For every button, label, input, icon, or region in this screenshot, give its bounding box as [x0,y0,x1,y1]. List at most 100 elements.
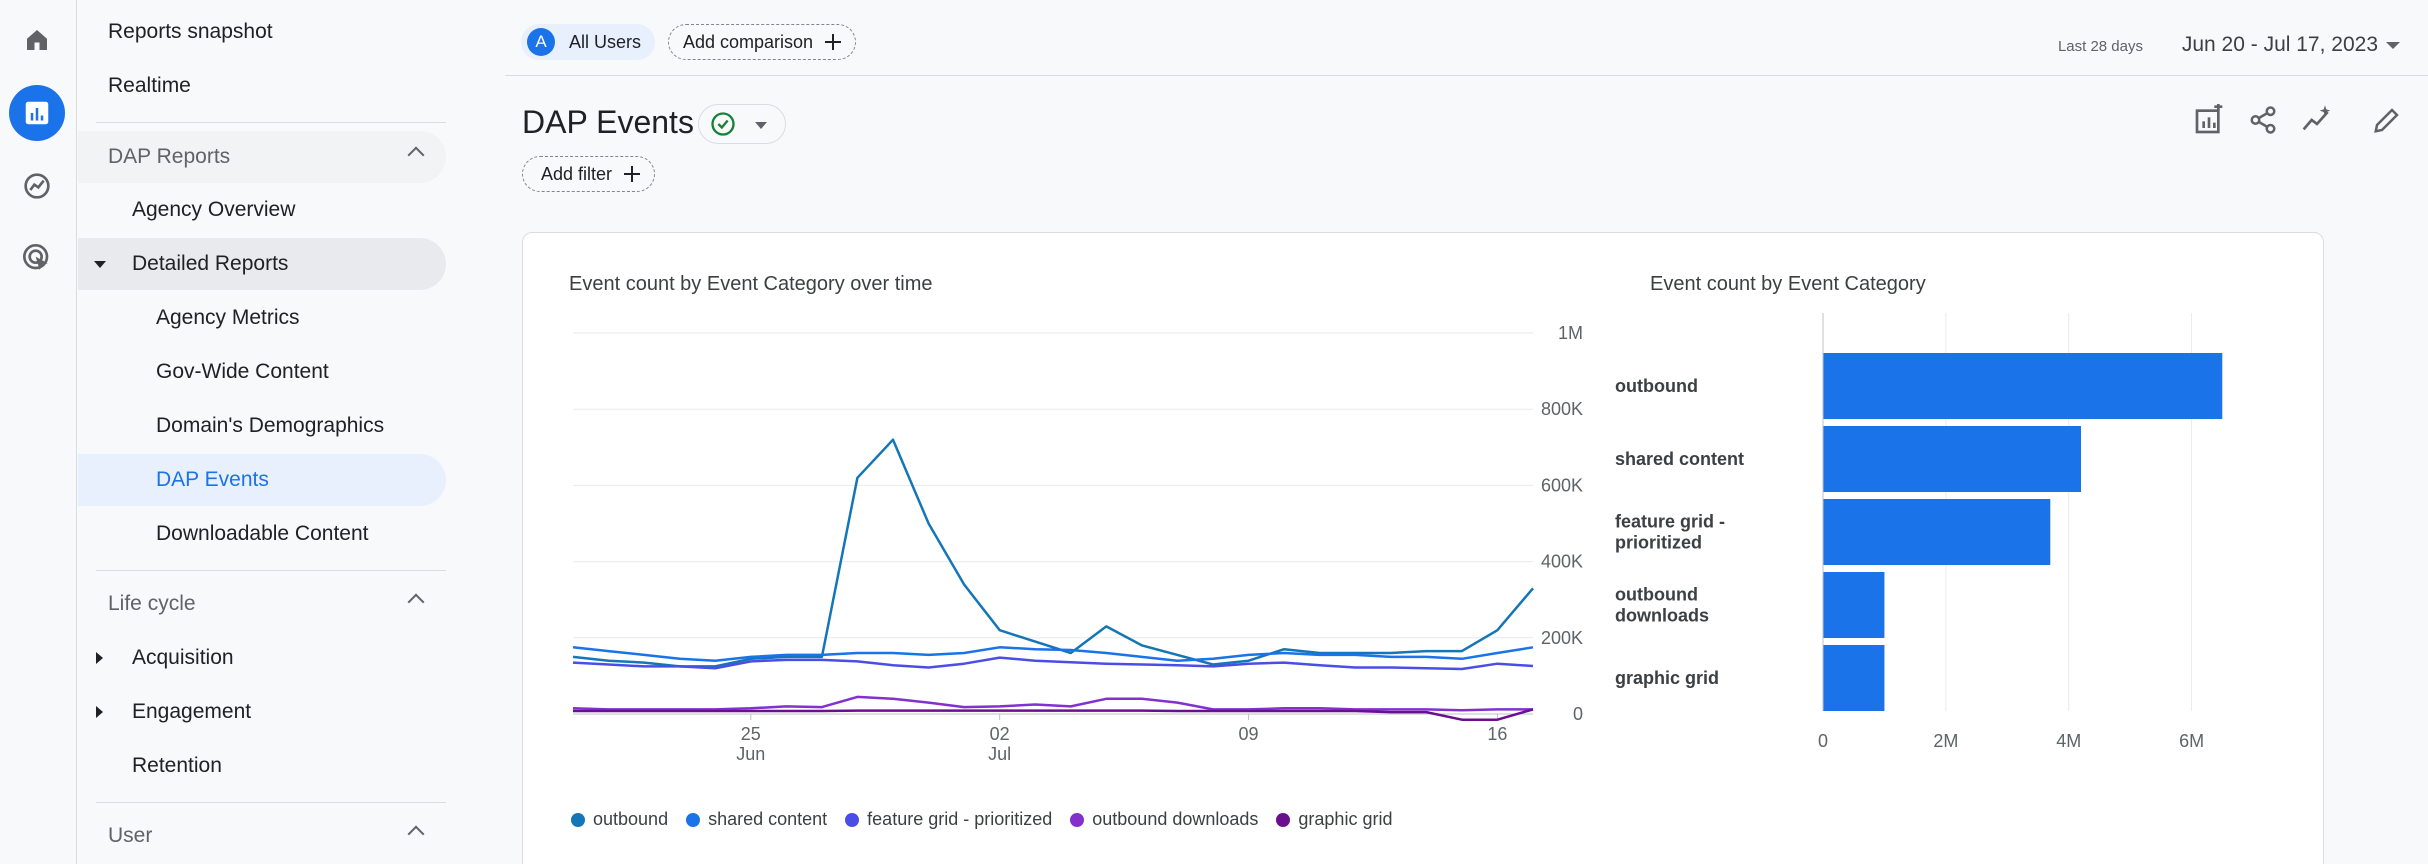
legend-item-outbound[interactable]: outbound [571,809,668,830]
nav-retention[interactable]: Retention [78,740,446,792]
series-line-outbound [572,438,1534,668]
check-circle-icon [711,112,735,136]
line-chart-legend: outbound shared content feature grid - p… [571,809,1410,830]
chart-card: Event count by Event Category over time … [522,232,2324,864]
nav-realtime[interactable]: Realtime [78,60,446,112]
section-label: DAP Reports [108,145,231,168]
nav-label: Detailed Reports [132,252,289,275]
report-navigation: Reports snapshot Realtime DAP Reports Ag… [78,0,460,864]
category-label: outbound [1615,376,1698,396]
bar [1823,426,2081,492]
category-label: feature grid - [1615,512,1725,532]
explore-icon[interactable] [9,158,65,214]
caret-down-icon [94,261,106,268]
segment-avatar: A [527,28,555,56]
legend-item-feature-grid[interactable]: feature grid - prioritized [845,809,1052,830]
nav-label: Gov-Wide Content [156,360,329,383]
nav-label: DAP Events [156,468,269,491]
x-tick-label: 6M [2179,731,2204,751]
nav-label: Acquisition [132,646,234,669]
legend-swatch [1276,812,1291,827]
nav-label: Agency Overview [132,198,296,221]
line-chart[interactable]: 0 200K 400K 600K 800K 1M 25Jun 02Jul 09 16 [563,313,1593,793]
nav-acquisition[interactable]: Acquisition [78,632,446,684]
series-line-graphic-grid [573,708,1534,721]
edit-icon[interactable] [2367,100,2407,140]
nav-section-dap-reports[interactable]: DAP Reports [78,131,446,183]
date-range-picker[interactable]: Jun 20 - Jul 17, 2023 [2182,33,2378,57]
x-tick-month-label: Jul [988,744,1011,764]
legend-label: shared content [708,809,828,829]
category-label: outbound [1615,585,1698,605]
caret-down-icon[interactable] [2386,42,2400,49]
customize-report-icon[interactable] [2189,100,2229,140]
chevron-up-icon [407,146,425,164]
caret-right-icon [96,652,103,664]
legend-label: graphic grid [1298,809,1393,829]
x-tick-label: 16 [1487,724,1507,744]
nav-reports-snapshot[interactable]: Reports snapshot [78,6,446,58]
reports-icon[interactable] [9,85,65,141]
icon-rail [0,0,77,864]
x-tick-label: 2M [1933,731,1958,751]
legend-item-outbound-downloads[interactable]: outbound downloads [1070,809,1258,830]
nav-downloadable-content[interactable]: Downloadable Content [78,508,446,560]
add-comparison-label: Add comparison [683,31,814,52]
caret-right-icon [96,706,103,718]
share-icon[interactable] [2243,100,2283,140]
legend-swatch [686,812,701,827]
category-label: shared content [1615,449,1744,469]
insights-icon[interactable] [2297,100,2337,140]
x-tick-label: 02 [990,724,1010,744]
nav-divider [96,802,446,803]
legend-swatch [571,812,585,827]
x-tick-label: 09 [1239,724,1259,744]
chevron-up-icon [407,825,425,843]
nav-label: Reports snapshot [108,20,273,43]
nav-domains-demographics[interactable]: Domain's Demographics [78,400,446,452]
x-tick-label: 4M [2056,731,2081,751]
date-caption: Last 28 days [2057,38,2143,55]
series-line-outbound-downloads [572,695,1533,712]
nav-divider [96,570,446,571]
nav-engagement[interactable]: Engagement [78,686,446,738]
legend-item-graphic-grid[interactable]: graphic grid [1276,809,1392,830]
segment-label: All Users [569,31,642,52]
legend-label: outbound downloads [1092,809,1259,829]
bar [1823,499,2051,565]
nav-agency-overview[interactable]: Agency Overview [78,184,446,236]
y-tick-label: 0 [1573,704,1583,724]
line-chart-title: Event count by Event Category over time [569,273,933,295]
nav-gov-wide-content[interactable]: Gov-Wide Content [78,346,446,398]
segment-chip-all-users[interactable]: A All Users [521,24,656,60]
add-filter-button[interactable]: Add filter [522,156,656,192]
nav-agency-metrics[interactable]: Agency Metrics [78,292,446,344]
legend-item-shared-content[interactable]: shared content [686,809,827,830]
nav-section-user[interactable]: User [78,810,446,862]
section-label: User [108,824,153,847]
bar-chart[interactable]: 0 2M 4M 6M outbound shared content feature gri… [1613,313,2293,833]
chevron-up-icon [407,593,425,611]
home-icon[interactable] [9,12,65,68]
y-tick-label: 600K [1541,475,1583,495]
section-label: Life cycle [108,592,196,615]
nav-detailed-reports[interactable]: Detailed Reports [78,238,446,290]
x-tick-label: 0 [1818,731,1828,751]
legend-label: feature grid - prioritized [867,809,1053,829]
y-tick-label: 200K [1541,628,1583,648]
nav-label: Retention [132,754,222,777]
add-filter-label: Add filter [541,163,613,184]
nav-label: Downloadable Content [156,522,369,545]
nav-dap-events[interactable]: DAP Events [78,454,446,506]
bar [1823,645,1885,711]
nav-label: Realtime [108,74,191,97]
plus-icon [624,166,641,182]
report-status-chip[interactable] [698,104,786,144]
category-label: prioritized [1615,533,1702,553]
bar [1823,572,1885,638]
y-tick-label: 800K [1541,399,1583,419]
nav-section-life-cycle[interactable]: Life cycle [78,578,446,630]
category-label: graphic grid [1615,668,1719,688]
advertising-icon[interactable] [9,230,65,286]
add-comparison-button[interactable]: Add comparison [668,24,857,60]
